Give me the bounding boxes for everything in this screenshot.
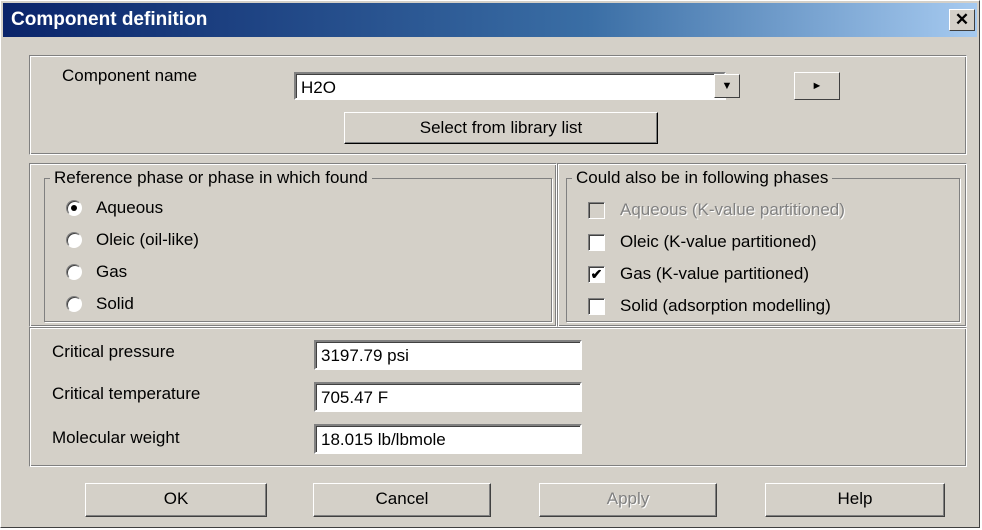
reference-phase-group: Reference phase or phase in which found … bbox=[29, 163, 557, 327]
critical-pressure-value: 3197.79 psi bbox=[321, 346, 409, 365]
checkbox-oleic-k[interactable] bbox=[588, 234, 605, 251]
checkbox-solid-adsorption[interactable] bbox=[588, 298, 605, 315]
cancel-button[interactable]: Cancel bbox=[313, 483, 491, 517]
component-dropdown-button[interactable]: ▼ bbox=[714, 74, 740, 98]
close-button[interactable]: ✕ bbox=[949, 9, 975, 31]
select-from-library-button[interactable]: Select from library list bbox=[344, 112, 658, 144]
radio-solid[interactable] bbox=[66, 296, 82, 312]
checkbox-aqueous-k[interactable] bbox=[588, 202, 605, 219]
critical-temperature-field[interactable]: 705.47 F bbox=[314, 382, 582, 412]
checkbox-oleic-k-label: Oleic (K-value partitioned) bbox=[620, 232, 817, 251]
ok-button-label: OK bbox=[163, 489, 189, 508]
checkmark-icon: ✔ bbox=[590, 266, 603, 282]
play-arrow-icon: ► bbox=[811, 80, 823, 92]
checkbox-solid-adsorption-label: Solid (adsorption modelling) bbox=[620, 296, 831, 315]
critical-pressure-field[interactable]: 3197.79 psi bbox=[314, 340, 582, 370]
radio-solid-label: Solid bbox=[96, 294, 134, 313]
molecular-weight-value: 18.015 lb/lbmole bbox=[321, 430, 446, 449]
component-definition-dialog: Component definition ✕ Component name H2… bbox=[0, 0, 980, 528]
molecular-weight-field[interactable]: 18.015 lb/lbmole bbox=[314, 424, 582, 454]
checkbox-aqueous-k-label: Aqueous (K-value partitioned) bbox=[620, 200, 845, 219]
other-phases-legend: Could also be in following phases bbox=[572, 168, 833, 188]
component-name-combobox[interactable]: H2O bbox=[294, 72, 726, 100]
radio-oleic[interactable] bbox=[66, 232, 82, 248]
chevron-down-icon: ▼ bbox=[721, 80, 733, 92]
select-from-library-label: Select from library list bbox=[419, 118, 583, 137]
molecular-weight-label: Molecular weight bbox=[52, 428, 180, 447]
other-phases-group: Could also be in following phases Aqueou… bbox=[557, 163, 967, 327]
radio-gas-label: Gas bbox=[96, 262, 128, 281]
properties-panel: Critical pressure 3197.79 psi Critical t… bbox=[29, 327, 967, 467]
ok-button[interactable]: OK bbox=[85, 483, 267, 517]
close-icon: ✕ bbox=[954, 10, 970, 29]
checkbox-gas-k[interactable]: ✔ bbox=[588, 266, 605, 283]
component-name-label: Component name bbox=[62, 66, 198, 85]
apply-button[interactable]: Apply bbox=[539, 483, 717, 517]
component-name-panel: Component name H2O ▼ ► Select from libra… bbox=[29, 55, 967, 155]
radio-gas[interactable] bbox=[66, 264, 82, 280]
component-name-value: H2O bbox=[301, 78, 336, 97]
next-component-button[interactable]: ► bbox=[794, 72, 840, 100]
help-button-label: Help bbox=[837, 489, 873, 508]
title-bar[interactable]: Component definition ✕ bbox=[3, 3, 977, 37]
apply-button-label: Apply bbox=[606, 489, 650, 508]
critical-temperature-value: 705.47 F bbox=[321, 388, 389, 407]
radio-aqueous-label: Aqueous bbox=[96, 198, 164, 217]
critical-pressure-label: Critical pressure bbox=[52, 342, 175, 361]
help-button[interactable]: Help bbox=[765, 483, 945, 517]
radio-aqueous[interactable] bbox=[66, 200, 82, 216]
critical-temperature-label: Critical temperature bbox=[52, 384, 201, 403]
checkbox-gas-k-label: Gas (K-value partitioned) bbox=[620, 264, 809, 283]
radio-oleic-label: Oleic (oil-like) bbox=[96, 230, 199, 249]
cancel-button-label: Cancel bbox=[375, 489, 429, 508]
window-title: Component definition bbox=[11, 9, 208, 30]
reference-phase-legend: Reference phase or phase in which found bbox=[50, 168, 372, 188]
